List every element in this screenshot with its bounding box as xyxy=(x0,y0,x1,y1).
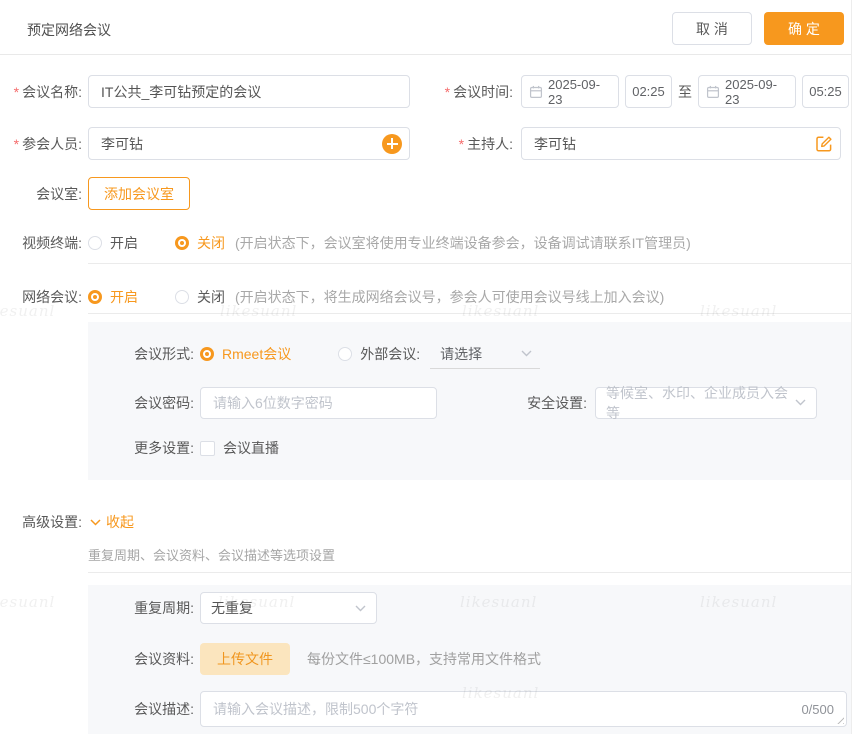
row-advanced-settings: 高级设置: 收起 xyxy=(0,512,852,532)
dialog-header: 预定网络会议 取 消 确 定 xyxy=(0,0,851,55)
meeting-materials-label: 会议资料: xyxy=(105,649,194,669)
rmeet-meeting-label[interactable]: Rmeet会议 xyxy=(222,344,291,364)
repeat-cycle-select[interactable]: 无重复 xyxy=(200,592,377,624)
meeting-description-textarea-wrap: 0/500 xyxy=(200,691,847,727)
host-label: *主持人: xyxy=(410,134,513,154)
required-mark: * xyxy=(445,84,450,100)
cancel-button[interactable]: 取 消 xyxy=(672,12,752,45)
network-meeting-note: (开启状态下，将生成网络会议号，参会人可使用会议号线上加入会议) xyxy=(235,287,664,307)
participants-label: *参会人员: xyxy=(0,134,82,154)
chevron-down-icon xyxy=(90,519,101,526)
video-terminal-note: (开启状态下，会议室将使用专业终端设备参会，设备调试请联系IT管理员) xyxy=(235,233,691,253)
end-date-picker[interactable]: 2025-09-23 xyxy=(698,75,796,108)
advanced-settings-label: 高级设置: xyxy=(0,512,82,532)
live-broadcast-label[interactable]: 会议直播 xyxy=(223,438,279,458)
security-settings-select[interactable]: 等候室、水印、企业成员入会等 xyxy=(595,387,817,419)
row-password-security: 会议密码: 安全设置: 等候室、水印、企业成员入会等 xyxy=(88,386,851,419)
advanced-settings-description: 重复周期、会议资料、会议描述等选项设置 xyxy=(88,545,335,564)
start-time-value: 02:25 xyxy=(632,84,665,99)
row-meeting-form: 会议形式: Rmeet会议 外部会议: 请选择 xyxy=(88,340,851,368)
chevron-down-icon xyxy=(355,605,366,612)
upload-note: 每份文件≤100MB，支持常用文件格式 xyxy=(307,649,541,669)
external-meeting-select-value: 请选择 xyxy=(440,344,482,364)
page-title: 预定网络会议 xyxy=(27,20,111,40)
advanced-settings-panel: 重复周期: 无重复 会议资料: 上传文件 每份文件≤100MB，支持常用文件格式… xyxy=(88,585,851,734)
required-mark: * xyxy=(14,84,19,100)
external-meeting-radio[interactable] xyxy=(338,347,352,361)
edit-host-icon[interactable] xyxy=(815,135,833,153)
calendar-icon xyxy=(706,85,720,99)
add-participant-button[interactable] xyxy=(382,134,402,154)
chevron-down-icon xyxy=(795,399,806,406)
meeting-name-input[interactable] xyxy=(88,75,410,108)
video-terminal-label: 视频终端: xyxy=(0,233,82,253)
resize-handle[interactable] xyxy=(835,715,844,724)
live-broadcast-checkbox[interactable] xyxy=(200,441,215,456)
meeting-password-input[interactable] xyxy=(200,387,437,419)
network-meeting-on-label[interactable]: 开启 xyxy=(110,287,138,307)
header-actions: 取 消 确 定 xyxy=(672,12,844,45)
video-terminal-off-label[interactable]: 关闭 xyxy=(197,233,225,253)
add-meeting-room-button[interactable]: 添加会议室 xyxy=(88,177,190,210)
meeting-time-label: *会议时间: xyxy=(410,82,513,102)
rmeet-meeting-radio[interactable] xyxy=(200,347,214,361)
start-date-value: 2025-09-23 xyxy=(548,77,611,107)
meeting-description-label: 会议描述: xyxy=(105,699,194,719)
more-settings-label: 更多设置: xyxy=(105,438,194,458)
row-video-terminal: 视频终端: 开启 关闭 (开启状态下，会议室将使用专业终端设备参会，设备调试请联… xyxy=(0,233,852,253)
video-terminal-on-label[interactable]: 开启 xyxy=(110,233,138,253)
video-terminal-on-radio[interactable] xyxy=(88,236,102,250)
meeting-room-label: 会议室: xyxy=(0,184,82,204)
row-participants-host: *参会人员: *主持人: xyxy=(0,127,852,160)
external-meeting-select[interactable]: 请选择 xyxy=(430,339,540,369)
advanced-settings-toggle-label: 收起 xyxy=(106,512,134,532)
upload-file-button[interactable]: 上传文件 xyxy=(200,643,290,675)
meeting-description-textarea[interactable] xyxy=(201,692,801,726)
network-meeting-off-label[interactable]: 关闭 xyxy=(197,287,225,307)
network-meeting-label: 网络会议: xyxy=(0,287,82,307)
network-meeting-panel: 会议形式: Rmeet会议 外部会议: 请选择 会议密码: 安全设置: 等候室、… xyxy=(88,322,851,480)
calendar-icon xyxy=(529,85,543,99)
meeting-name-label: *会议名称: xyxy=(0,82,82,102)
host-input[interactable] xyxy=(521,127,841,160)
time-range-separator: 至 xyxy=(678,82,692,102)
row-meeting-description: 会议描述: 0/500 xyxy=(88,691,851,727)
required-mark: * xyxy=(14,136,19,152)
meeting-password-label: 会议密码: xyxy=(105,393,194,413)
external-meeting-label[interactable]: 外部会议: xyxy=(360,344,420,364)
security-settings-select-value: 等候室、水印、企业成员入会等 xyxy=(606,383,795,423)
repeat-cycle-label: 重复周期: xyxy=(105,598,194,618)
end-time-value: 05:25 xyxy=(809,84,842,99)
chevron-down-icon xyxy=(521,350,532,357)
meeting-form-label: 会议形式: xyxy=(105,344,194,364)
required-mark: * xyxy=(459,136,464,152)
video-terminal-off-radio[interactable] xyxy=(175,236,189,250)
schedule-meeting-dialog: likesuanllikesuanllikesuanllikesuanllike… xyxy=(0,0,852,734)
security-settings-label: 安全设置: xyxy=(437,393,587,413)
network-meeting-off-radio[interactable] xyxy=(175,290,189,304)
row-more-settings: 更多设置: 会议直播 xyxy=(88,436,851,460)
end-time-picker[interactable]: 05:25 xyxy=(802,75,849,108)
repeat-cycle-value: 无重复 xyxy=(211,598,253,618)
host-field xyxy=(521,127,841,160)
row-network-meeting: 网络会议: 开启 关闭 (开启状态下，将生成网络会议号，参会人可使用会议号线上加… xyxy=(0,287,852,307)
description-char-counter: 0/500 xyxy=(801,702,834,717)
divider xyxy=(88,263,851,264)
row-meeting-room: 会议室: 添加会议室 xyxy=(0,177,852,210)
row-meeting-materials: 会议资料: 上传文件 每份文件≤100MB，支持常用文件格式 xyxy=(88,643,851,675)
participants-field xyxy=(88,127,410,160)
advanced-settings-toggle[interactable]: 收起 xyxy=(90,512,134,532)
row-repeat-cycle: 重复周期: 无重复 xyxy=(88,592,851,624)
divider xyxy=(88,572,851,573)
participants-input[interactable] xyxy=(88,127,410,160)
start-time-picker[interactable]: 02:25 xyxy=(625,75,672,108)
confirm-button[interactable]: 确 定 xyxy=(764,12,844,45)
divider xyxy=(88,313,851,314)
end-date-value: 2025-09-23 xyxy=(725,77,788,107)
network-meeting-on-radio[interactable] xyxy=(88,290,102,304)
start-date-picker[interactable]: 2025-09-23 xyxy=(521,75,619,108)
row-name-time: *会议名称: *会议时间: 2025-09-23 02:25 至 2025-09… xyxy=(0,75,852,108)
